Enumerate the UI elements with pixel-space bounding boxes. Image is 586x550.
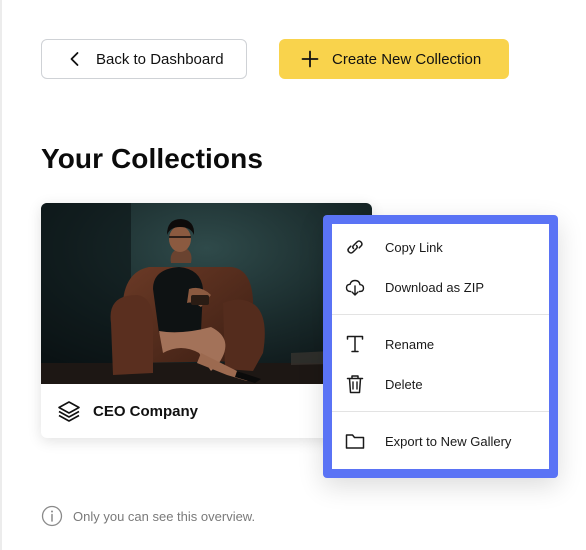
back-button-label: Back to Dashboard [96,50,224,68]
link-icon [344,236,366,258]
menu-item-download-zip[interactable]: Download as ZIP [332,269,549,305]
folder-icon [344,430,366,452]
menu-item-label: Copy Link [385,239,443,255]
menu-item-delete[interactable]: Delete [332,366,549,402]
create-button-label: Create New Collection [332,50,482,68]
privacy-note: Only you can see this overview. [41,505,255,527]
chevron-left-icon [66,50,84,68]
menu-item-label: Rename [385,336,435,352]
info-icon [41,505,63,527]
layers-icon [57,399,81,423]
create-new-collection-button[interactable]: Create New Collection [279,39,509,79]
menu-item-copy-link[interactable]: Copy Link [332,229,549,265]
text-icon [344,333,366,355]
privacy-note-text: Only you can see this overview. [73,508,256,524]
left-divider [0,0,2,550]
cloud-download-icon [344,276,366,298]
menu-divider [332,314,549,315]
back-to-dashboard-button[interactable]: Back to Dashboard [41,39,247,79]
context-menu-highlight: Copy Link Download as ZIP Rename Delete … [323,215,558,478]
menu-item-label: Download as ZIP [385,279,484,295]
trash-icon [344,373,366,395]
menu-item-export-gallery[interactable]: Export to New Gallery [332,423,549,459]
menu-item-label: Delete [385,376,423,392]
plus-icon [301,50,319,68]
collection-title: CEO Company [93,402,199,420]
page-title: Your Collections [41,143,263,174]
menu-item-label: Export to New Gallery [385,433,512,449]
context-menu: Copy Link Download as ZIP Rename Delete … [332,224,549,469]
menu-divider [332,411,549,412]
menu-item-rename[interactable]: Rename [332,326,549,362]
